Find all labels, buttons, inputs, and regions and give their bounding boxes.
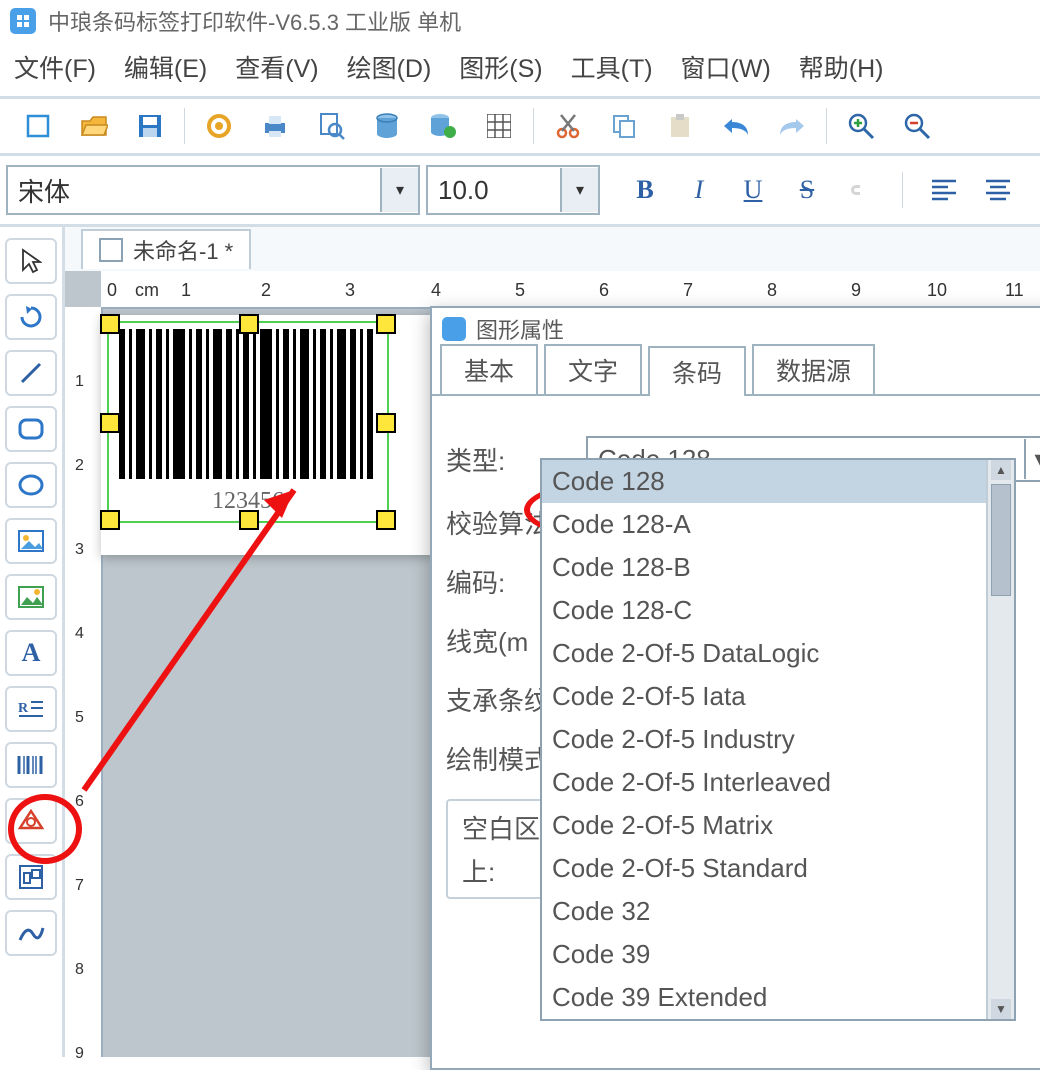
menu-shape[interactable]: 图形(S)	[459, 49, 542, 85]
shape-properties-dialog[interactable]: 图形属性 基本 文字 条码 数据源 类型: Code 128 ▾ 校验算法 编码…	[430, 306, 1040, 1070]
zoom-in-icon[interactable]	[843, 108, 879, 144]
dropdown-option[interactable]: Code 39	[542, 933, 1014, 976]
paste-icon[interactable]	[662, 108, 698, 144]
titlebar: 中琅条码标签打印软件-V6.5.3 工业版 单机	[0, 0, 1040, 42]
open-file-icon[interactable]	[76, 108, 112, 144]
align-left-icon[interactable]	[921, 167, 967, 213]
font-size-combo[interactable]: 10.0 ▾	[426, 165, 600, 215]
new-file-icon[interactable]	[20, 108, 56, 144]
menu-file[interactable]: 文件(F)	[14, 49, 96, 85]
text-tool-icon[interactable]: A	[5, 630, 57, 676]
format-link-icon[interactable]	[838, 167, 884, 213]
dropdown-option[interactable]: Code 2-Of-5 DataLogic	[542, 632, 1014, 675]
annotation-arrow	[64, 470, 324, 810]
settings-icon[interactable]	[201, 108, 237, 144]
font-family-combo[interactable]: 宋体 ▾	[6, 165, 420, 215]
app-logo-icon	[10, 8, 36, 34]
menubar: 文件(F) 编辑(E) 查看(V) 绘图(D) 图形(S) 工具(T) 窗口(W…	[0, 42, 1040, 90]
dropdown-option[interactable]: Code 128-C	[542, 589, 1014, 632]
picture-tool-icon[interactable]	[5, 574, 57, 620]
undo-icon[interactable]	[718, 108, 754, 144]
italic-button[interactable]: I	[676, 167, 722, 213]
dropdown-option[interactable]: Code 32	[542, 890, 1014, 933]
dropdown-scrollbar[interactable]: ▲ ▼	[986, 460, 1014, 1019]
barcode-tool-icon[interactable]	[5, 742, 57, 788]
underline-button[interactable]: U	[730, 167, 776, 213]
dropdown-option[interactable]: Code 128-A	[542, 503, 1014, 546]
resize-handle[interactable]	[239, 314, 259, 334]
ellipse-tool-icon[interactable]	[5, 462, 57, 508]
select-tool-icon[interactable]	[5, 238, 57, 284]
document-icon	[99, 238, 123, 262]
strike-button[interactable]: S	[784, 167, 830, 213]
font-size-value: 10.0	[428, 175, 560, 206]
cut-icon[interactable]	[550, 108, 586, 144]
richtext-tool-icon[interactable]: R	[5, 686, 57, 732]
scroll-thumb[interactable]	[991, 484, 1011, 596]
toolbar	[0, 96, 1040, 156]
dialog-title: 图形属性	[476, 313, 564, 345]
scroll-up-icon[interactable]: ▲	[991, 460, 1011, 480]
menu-tool[interactable]: 工具(T)	[571, 49, 653, 85]
redo-icon[interactable]	[774, 108, 810, 144]
menu-window[interactable]: 窗口(W)	[681, 49, 771, 85]
dialog-body: 类型: Code 128 ▾ 校验算法 编码: 线宽(m 支承条纹 绘制模式 空…	[432, 396, 1040, 917]
line-tool-icon[interactable]	[5, 350, 57, 396]
rotate-tool-icon[interactable]	[5, 294, 57, 340]
rounded-rect-tool-icon[interactable]	[5, 406, 57, 452]
database-sync-icon[interactable]	[425, 108, 461, 144]
horizontal-ruler: 0 cm 1 2 3 4 5 6 7 8 9 10 11	[101, 271, 1040, 309]
resize-handle[interactable]	[376, 413, 396, 433]
menu-help[interactable]: 帮助(H)	[799, 49, 884, 85]
tab-datasource[interactable]: 数据源	[752, 344, 875, 394]
print-preview-icon[interactable]	[313, 108, 349, 144]
grid-icon[interactable]	[481, 108, 517, 144]
resize-handle[interactable]	[376, 510, 396, 530]
chevron-down-icon[interactable]: ▾	[1024, 439, 1040, 479]
database-icon[interactable]	[369, 108, 405, 144]
chevron-down-icon[interactable]: ▾	[380, 168, 418, 212]
dropdown-option[interactable]: Code 2-Of-5 Interleaved	[542, 761, 1014, 804]
chevron-down-icon[interactable]: ▾	[560, 168, 598, 212]
dropdown-option[interactable]: Code 2-Of-5 Iata	[542, 675, 1014, 718]
save-file-icon[interactable]	[132, 108, 168, 144]
app-title: 中琅条码标签打印软件-V6.5.3 工业版 单机	[48, 5, 461, 37]
menu-edit[interactable]: 编辑(E)	[124, 49, 207, 85]
formatbar: 宋体 ▾ 10.0 ▾ B I U S	[0, 156, 1040, 227]
menu-view[interactable]: 查看(V)	[235, 49, 318, 85]
scroll-down-icon[interactable]: ▼	[991, 999, 1011, 1019]
dropdown-option[interactable]: Code 2-Of-5 Standard	[542, 847, 1014, 890]
font-family-value: 宋体	[8, 172, 380, 209]
dropdown-option[interactable]: Code 128	[542, 460, 1014, 503]
zoom-out-icon[interactable]	[899, 108, 935, 144]
barcode-type-dropdown[interactable]: Code 128 Code 128-A Code 128-B Code 128-…	[540, 458, 1016, 1021]
dropdown-option[interactable]: Code 39 Extended	[542, 976, 1014, 1019]
app-logo-icon	[442, 317, 466, 341]
dialog-tabs: 基本 文字 条码 数据源	[432, 350, 1040, 396]
bold-button[interactable]: B	[622, 167, 668, 213]
menu-draw[interactable]: 绘图(D)	[347, 49, 432, 85]
dropdown-option[interactable]: Code 2-Of-5 Industry	[542, 718, 1014, 761]
image-tool-icon[interactable]	[5, 518, 57, 564]
curve-tool-icon[interactable]	[5, 910, 57, 956]
resize-handle[interactable]	[100, 413, 120, 433]
document-tab-label: 未命名-1 *	[133, 234, 233, 266]
barcode-bars	[119, 329, 377, 479]
tool-palette: A R	[0, 227, 65, 1057]
print-icon[interactable]	[257, 108, 293, 144]
dropdown-option[interactable]: Code 128-B	[542, 546, 1014, 589]
align-center-icon[interactable]	[975, 167, 1021, 213]
copy-icon[interactable]	[606, 108, 642, 144]
resize-handle[interactable]	[376, 314, 396, 334]
resize-handle[interactable]	[100, 314, 120, 334]
tab-text[interactable]: 文字	[544, 344, 642, 394]
document-tabs: 未命名-1 *	[65, 227, 1040, 274]
dropdown-option[interactable]: Code 2-Of-5 Matrix	[542, 804, 1014, 847]
tab-barcode[interactable]: 条码	[648, 346, 746, 396]
tab-basic[interactable]: 基本	[440, 344, 538, 394]
svg-text:R: R	[18, 701, 29, 716]
document-tab[interactable]: 未命名-1 *	[81, 229, 251, 269]
